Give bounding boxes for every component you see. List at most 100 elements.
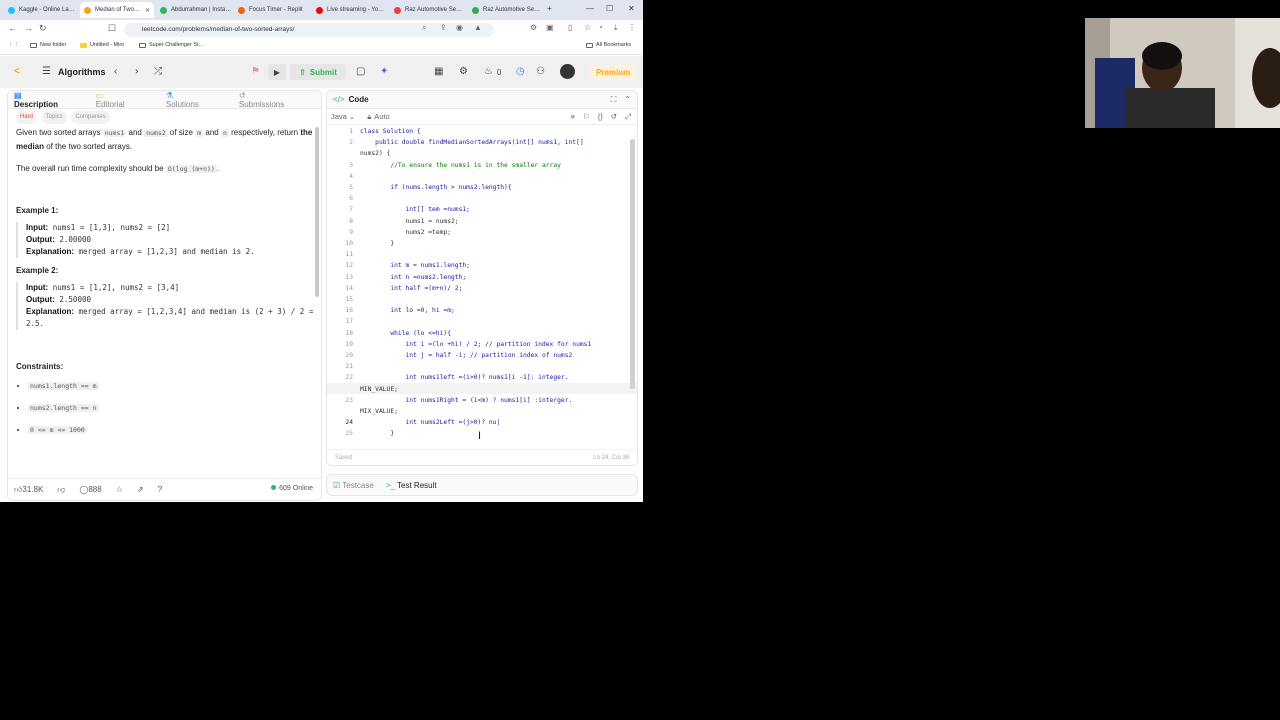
description-scrollbar[interactable] (315, 127, 319, 297)
tab-description[interactable]: ▤ Description (14, 91, 80, 109)
user-avatar[interactable] (560, 64, 575, 79)
notes-icon[interactable]: ▢ (356, 66, 365, 77)
url-bar[interactable]: leetcode.com/problems/median-of-two-sort… (124, 23, 494, 37)
line-number: 13 (345, 273, 353, 281)
line-number: 21 (345, 363, 353, 371)
tab-label: Live streaming - Yo… (327, 7, 385, 13)
submit-button[interactable]: ⇧ Submit (290, 64, 346, 80)
all-bookmarks[interactable]: All Bookmarks (586, 42, 631, 48)
help-button[interactable]: ? (158, 485, 162, 494)
bookmark-icon[interactable]: ⚐ (583, 112, 590, 121)
forward-icon[interactable]: → (24, 23, 33, 33)
mode-label[interactable]: Auto (374, 112, 389, 121)
reload-icon[interactable]: ↻ (39, 23, 47, 34)
star-icon: ☆ (115, 485, 123, 494)
tab-editorial[interactable]: ▭ Editorial (96, 91, 150, 109)
premium-button[interactable]: Premium (590, 65, 637, 80)
timer-icon[interactable]: ◷ (516, 66, 525, 77)
code-line: int[] tem =nums1; (360, 206, 470, 214)
share-button[interactable]: ⇗ (137, 485, 144, 494)
sidebar-icon[interactable]: ▯ (568, 23, 572, 32)
problem-list-title[interactable]: Algorithms (58, 67, 106, 77)
close-tab-icon[interactable]: ✕ (145, 7, 150, 14)
solutions-icon: ⚗ (165, 90, 174, 100)
like-button[interactable]: 👍︎ 31.8K (14, 485, 43, 495)
browser-tab[interactable]: Median of Two… ✕ (80, 2, 154, 18)
tab-label: Kaggle - Online La… (19, 7, 75, 13)
apps-icon[interactable]: ⋮⋮ (8, 42, 19, 48)
line-number: 18 (345, 329, 353, 337)
line-number: 2 (349, 139, 353, 147)
close-window-button[interactable]: ✕ (628, 4, 635, 13)
bookmark-miro[interactable]: Untitled - Miro (80, 42, 124, 48)
shuffle-icon[interactable]: ⤮ (154, 66, 162, 77)
bookmark-page-icon[interactable]: ☐ (108, 23, 116, 34)
tab-favicon-icon (316, 6, 323, 14)
bookmark-super-challenger[interactable]: Super Challenger St… (139, 42, 204, 48)
constraints-title: Constraints: (16, 362, 64, 371)
tab-favicon-icon (472, 6, 479, 14)
comments-button[interactable]: ◯ 888 (79, 485, 101, 494)
help-icon: ? (157, 485, 163, 494)
back-icon[interactable]: ← (8, 23, 17, 33)
streak-fire-icon[interactable]: ♨ (484, 66, 493, 77)
online-dot-icon (271, 485, 277, 490)
tab-submissions[interactable]: ↺ Submissions (239, 91, 305, 109)
maximize-button[interactable]: ☐ (606, 4, 613, 13)
code-line: MIN_VALUE; (360, 385, 398, 393)
companies-tag[interactable]: Companies (71, 111, 110, 124)
bookmark-new-folder[interactable]: New folder (30, 42, 66, 48)
add-friend-icon[interactable]: ⚇ (536, 66, 545, 77)
search-icon[interactable]: ⌕ (422, 23, 426, 33)
browser-tab[interactable]: Kaggle - Online La… (4, 2, 78, 18)
topics-tag[interactable]: Topics (41, 111, 67, 124)
code-editor[interactable]: 1 class Solution {2 public double findMed… (327, 128, 627, 437)
tab-label: Raz Automotive Se… (405, 7, 463, 13)
browser-tab[interactable]: Abdurrahman | Insta… (156, 2, 232, 18)
browser-tab[interactable]: Raz Automotive Se… (390, 2, 466, 18)
browser-tab[interactable]: Focus Timer - Replit (234, 2, 310, 18)
line-number: 16 (345, 307, 353, 315)
run-button[interactable]: ▶ (268, 64, 286, 80)
tab-solutions[interactable]: ⚗ Solutions (166, 91, 223, 109)
line-number: 11 (345, 251, 353, 259)
extension-shield-icon[interactable]: ◉ (456, 23, 463, 32)
prev-problem-icon[interactable]: ‹ (114, 66, 117, 77)
downloads-icon[interactable]: ⤓ (614, 23, 618, 33)
next-problem-icon[interactable]: › (135, 66, 138, 77)
difficulty-badge[interactable]: Hard (16, 111, 38, 124)
history-icon: ↺ (238, 90, 246, 100)
reset-icon[interactable]: ↺ (611, 112, 617, 121)
share-icon[interactable]: ⇪ (440, 23, 447, 32)
play-icon: ▶ (273, 67, 281, 77)
problem-list-icon[interactable]: ☰ (42, 66, 51, 77)
collapse-icon[interactable]: ⌃ (624, 95, 631, 104)
streak-count: 0 (497, 68, 502, 77)
extension-icon[interactable]: ⚙ (530, 23, 537, 32)
layout-icon[interactable]: ▦ (434, 66, 443, 77)
format-icon[interactable]: ≡ (571, 112, 575, 121)
tab-testcase[interactable]: ☑ Testcase (333, 481, 374, 490)
ai-assist-icon[interactable]: ✦ (380, 66, 388, 77)
code-scrollbar[interactable] (630, 139, 635, 389)
settings-gear-icon[interactable]: ⚙ (459, 66, 468, 77)
new-tab-button[interactable]: + (547, 4, 552, 13)
profile-icon[interactable]: ◔ (598, 23, 603, 32)
leetcode-logo-icon[interactable]: < (14, 66, 20, 77)
braces-icon[interactable]: {} (598, 112, 603, 121)
expand-icon[interactable]: ⤢ (625, 112, 631, 122)
minimize-button[interactable]: — (586, 4, 594, 13)
warning-icon[interactable]: ▲ (474, 23, 482, 32)
bookmark-star-icon[interactable]: ☆ (584, 23, 591, 32)
browser-tab[interactable]: Raz Automotive Se… (468, 2, 544, 18)
browser-tab[interactable]: Live streaming - Yo… (312, 2, 388, 18)
debug-icon[interactable]: ⚑ (251, 66, 260, 77)
menu-icon[interactable]: ⋮ (628, 23, 636, 32)
favorite-button[interactable]: ☆ (116, 485, 123, 494)
screenshot-icon[interactable]: ▣ (546, 23, 554, 32)
fullscreen-icon[interactable]: ⛶ (611, 95, 617, 105)
dislike-button[interactable]: 👎︎ (57, 485, 65, 495)
language-select[interactable]: Java ⌄ (331, 112, 355, 121)
line-number: 20 (345, 352, 353, 359)
tab-test-result[interactable]: >_ Test Result (386, 481, 437, 490)
